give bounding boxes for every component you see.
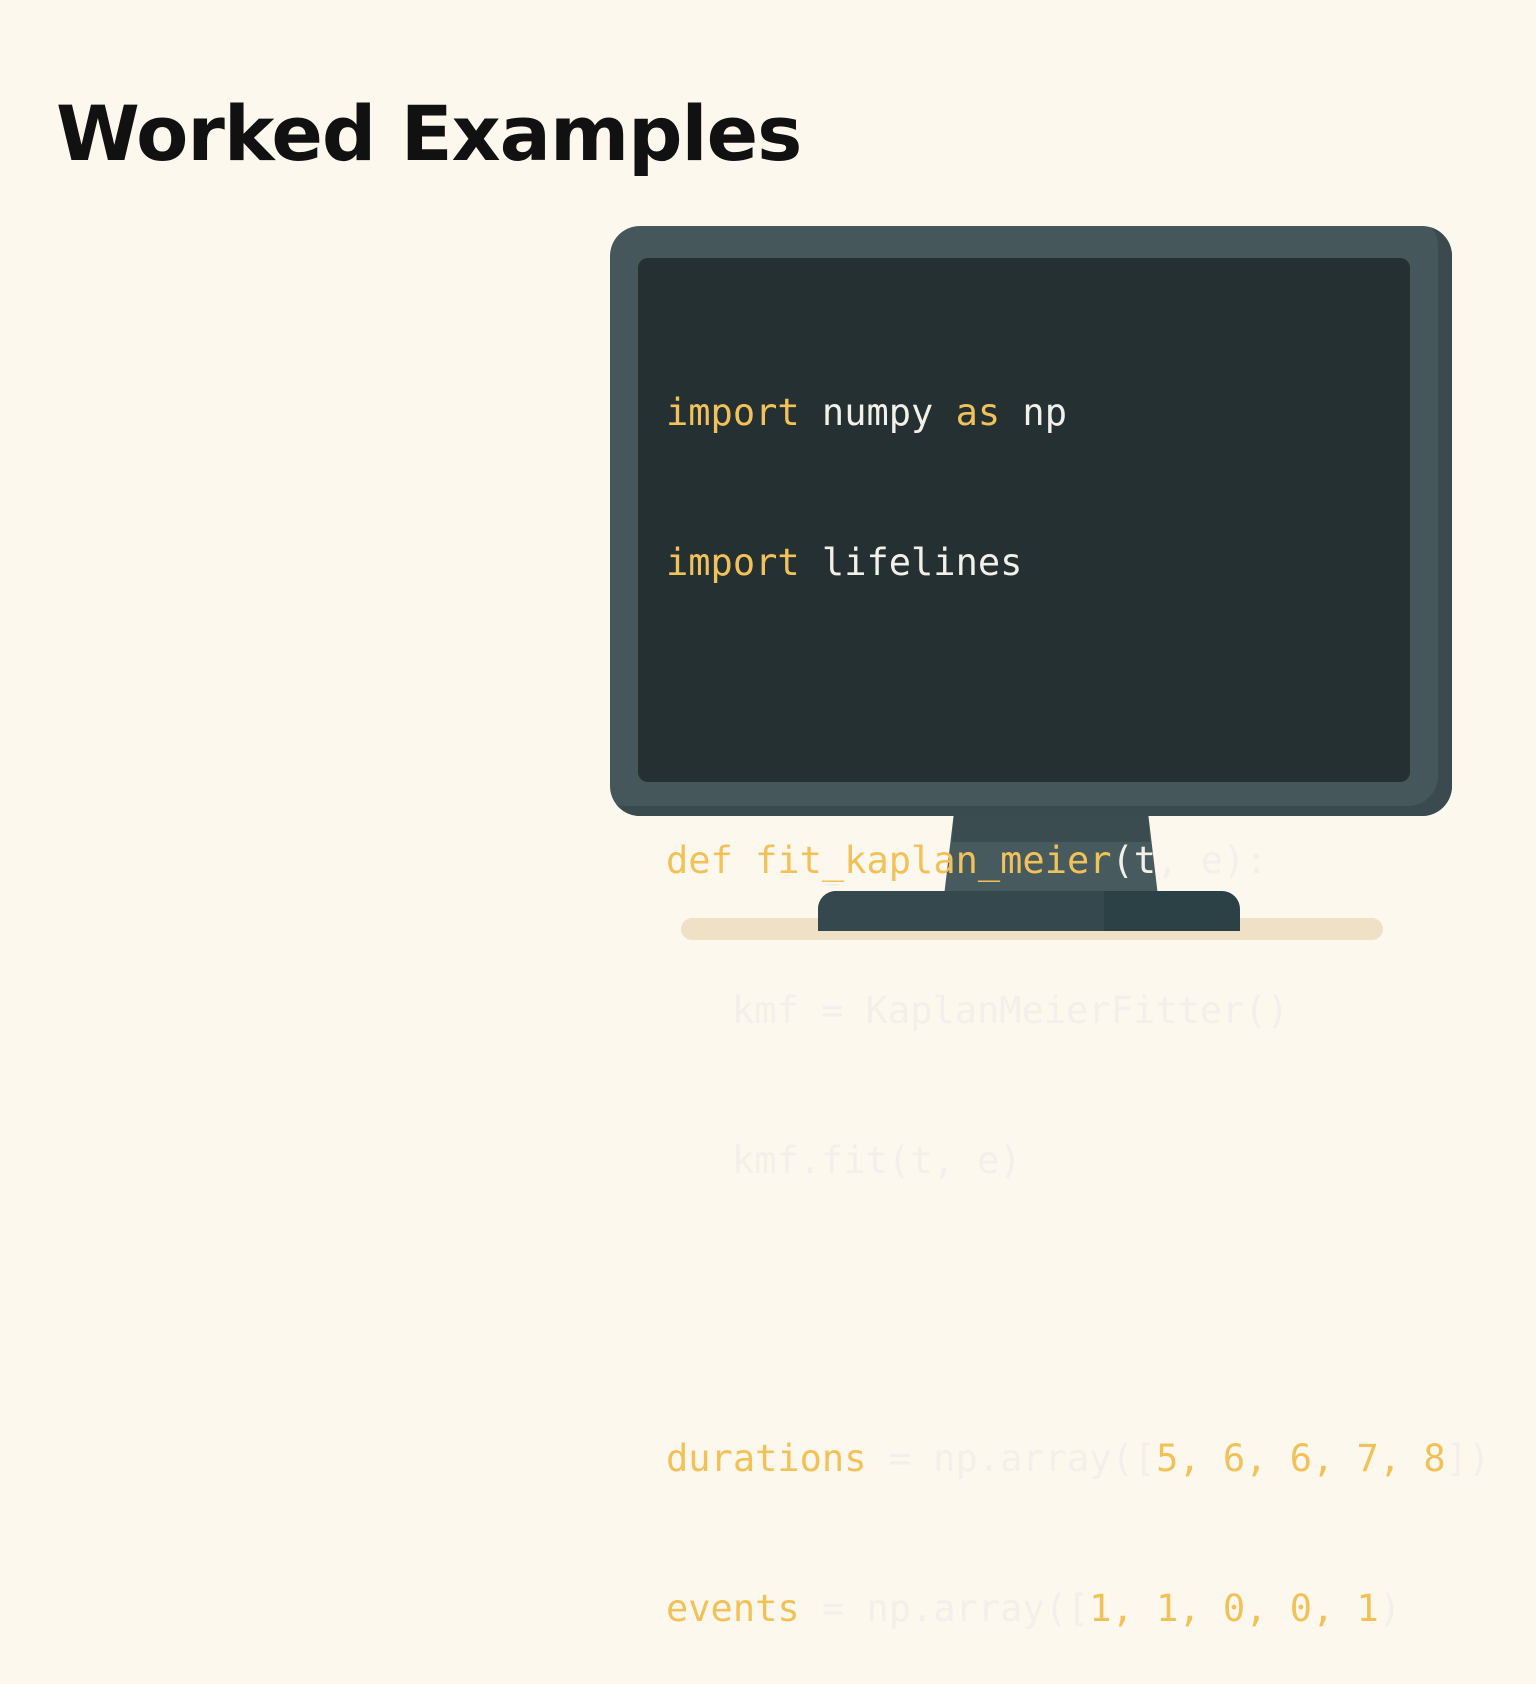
code-variable: durations	[666, 1437, 867, 1480]
page-title: Worked Examples	[56, 89, 802, 178]
code-numbers: 1, 1, 0, 0, 1	[1089, 1587, 1379, 1630]
code-line-3: def fit_kaplan_meier(t, e):	[666, 836, 1490, 886]
code-text: = np.array([	[799, 1587, 1090, 1630]
code-keyword: def	[666, 839, 733, 882]
code-line-5: kmf.fit(t, e)	[666, 1136, 1490, 1186]
code-line-7: events = np.array([1, 1, 0, 0, 1)	[666, 1584, 1490, 1634]
code-line-2: import lifelines	[666, 538, 1490, 588]
code-keyword: as	[955, 391, 1001, 434]
code-keyword: import	[666, 541, 800, 584]
code-text: kmf.fit(t, e)	[732, 1139, 1022, 1182]
code-variable: events	[666, 1587, 800, 1630]
code-text: np	[1000, 391, 1067, 434]
code-line-1: import numpy as np	[666, 388, 1490, 438]
code-text: kmf = KaplanMeierFitter()	[732, 989, 1289, 1032]
code-text: )	[1378, 1587, 1402, 1630]
code-keyword: import	[666, 391, 800, 434]
code-text: = np.array([	[866, 1437, 1157, 1480]
code-block: import numpy as np import lifelines def …	[666, 288, 1490, 1684]
code-line-6: durations = np.array([5, 6, 6, 7, 8])	[666, 1434, 1490, 1484]
code-text: ])	[1445, 1437, 1491, 1480]
code-function-name: fit_kaplan_meier	[755, 839, 1112, 882]
code-text: numpy	[799, 391, 956, 434]
code-numbers: 5, 6, 6, 7, 8	[1156, 1437, 1446, 1480]
code-line-4: kmf = KaplanMeierFitter()	[666, 986, 1490, 1036]
code-text: lifelines	[799, 541, 1023, 584]
code-text: (t, e):	[1111, 839, 1268, 882]
